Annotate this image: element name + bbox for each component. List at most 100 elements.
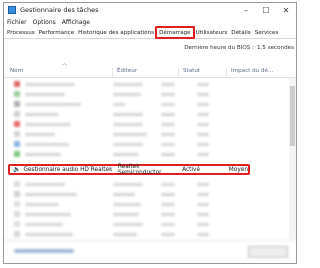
blurred-text: [25, 192, 77, 196]
maximize-button[interactable]: ☐: [256, 3, 276, 17]
app-icon: [14, 81, 20, 87]
blurred-text: [113, 92, 141, 96]
tab-services[interactable]: Services: [253, 28, 281, 38]
blurred-text: [113, 122, 143, 126]
blurred-text: [113, 102, 125, 106]
blurred-text: [25, 82, 75, 86]
blurred-text: [161, 152, 175, 156]
blurred-text: [25, 132, 55, 136]
list-item[interactable]: [4, 229, 288, 239]
bios-time: Dernière heure du BIOS :1.5 secondes: [184, 45, 294, 51]
bios-label: Dernière heure du BIOS :: [184, 45, 255, 51]
close-button[interactable]: ✕: [276, 3, 296, 17]
blurred-text: [25, 182, 65, 186]
column-name[interactable]: Nom: [4, 68, 112, 77]
blurred-text: [197, 142, 209, 146]
list-item[interactable]: [4, 99, 288, 109]
blurred-text: [161, 182, 175, 186]
blurred-text: [197, 102, 209, 106]
app-icon: [14, 111, 20, 117]
blurred-text: [197, 92, 209, 96]
blurred-text: [113, 152, 139, 156]
tab-utilisateurs[interactable]: Utilisateurs: [194, 28, 230, 38]
blurred-text: [197, 82, 209, 86]
blurred-text: [161, 82, 175, 86]
blurred-text: [161, 112, 175, 116]
blurred-text: [197, 182, 209, 186]
blurred-text: [161, 232, 175, 236]
row-publisher: Realtek Semiconductor: [117, 163, 162, 176]
tab-demarrage[interactable]: Démarrage: [155, 26, 195, 39]
row-impact: Moyen: [228, 166, 249, 173]
list-item[interactable]: [4, 189, 288, 199]
app-icon: [14, 191, 20, 197]
list-item[interactable]: [4, 199, 288, 209]
blurred-text: [197, 222, 209, 226]
list-item[interactable]: [4, 149, 288, 159]
tab-details[interactable]: Détails: [229, 28, 252, 38]
list-item[interactable]: [4, 179, 288, 189]
vertical-scrollbar[interactable]: [289, 78, 296, 239]
blurred-text: [113, 232, 137, 236]
startup-list: [4, 79, 288, 159]
blurred-footer-link[interactable]: [14, 249, 74, 253]
tab-demarrage-label: Démarrage: [159, 30, 191, 36]
blurred-text: [113, 112, 143, 116]
scrollbar-thumb[interactable]: [290, 86, 295, 146]
blurred-text: [25, 142, 69, 146]
list-item[interactable]: [4, 109, 288, 119]
blurred-text: [161, 102, 175, 106]
blurred-text: [113, 192, 135, 196]
app-icon: [14, 91, 20, 97]
list-item[interactable]: [4, 139, 288, 149]
menu-bar: Fichier Options Affichage: [4, 17, 296, 27]
menu-fichier[interactable]: Fichier: [7, 19, 27, 26]
task-manager-icon: [8, 6, 16, 14]
tab-performance[interactable]: Performance: [37, 28, 76, 38]
blurred-text: [25, 232, 73, 236]
blurred-text: [25, 112, 59, 116]
blurred-text: [161, 192, 175, 196]
footer-bar: [4, 240, 296, 263]
blurred-text: [197, 232, 209, 236]
blurred-text: [113, 202, 141, 206]
window-title: Gestionnaire des tâches: [20, 6, 99, 14]
list-item[interactable]: [4, 89, 288, 99]
list-item[interactable]: [4, 129, 288, 139]
blurred-text: [113, 132, 147, 136]
blurred-text: [113, 182, 143, 186]
list-item[interactable]: [4, 219, 288, 229]
blurred-footer-button[interactable]: [248, 246, 288, 258]
column-status[interactable]: Statut: [178, 68, 226, 77]
menu-options[interactable]: Options: [33, 19, 56, 26]
title-bar: Gestionnaire des tâches – ☐ ✕: [4, 3, 296, 17]
blurred-text: [197, 192, 209, 196]
sort-arrow-icon: ︿: [62, 61, 68, 67]
tab-processus[interactable]: Processus: [5, 28, 37, 38]
blurred-text: [113, 82, 143, 86]
blurred-text: [25, 92, 65, 96]
blurred-text: [161, 222, 175, 226]
list-item[interactable]: [4, 209, 288, 219]
menu-affichage[interactable]: Affichage: [62, 19, 90, 26]
column-impact[interactable]: Impact du dé...: [226, 68, 296, 77]
blurred-text: [25, 102, 81, 106]
bios-value: 1.5 secondes: [257, 45, 294, 51]
blurred-text: [25, 202, 59, 206]
blurred-text: [25, 122, 71, 126]
list-item[interactable]: [4, 79, 288, 89]
blurred-text: [161, 212, 175, 216]
app-icon: [14, 151, 20, 157]
app-icon: [14, 211, 20, 217]
blurred-text: [197, 202, 209, 206]
column-publisher[interactable]: Éditeur: [112, 68, 178, 77]
speaker-icon: 🔈: [13, 166, 21, 173]
highlighted-startup-row[interactable]: 🔈 Gestionnaire audio HD Realtek Realtek …: [8, 163, 250, 176]
app-icon: [14, 101, 20, 107]
list-item[interactable]: [4, 119, 288, 129]
blurred-text: [197, 122, 209, 126]
tab-historique[interactable]: Historique des applications: [76, 28, 156, 38]
minimize-button[interactable]: –: [236, 3, 256, 17]
app-icon: [14, 141, 20, 147]
blurred-text: [25, 152, 61, 156]
